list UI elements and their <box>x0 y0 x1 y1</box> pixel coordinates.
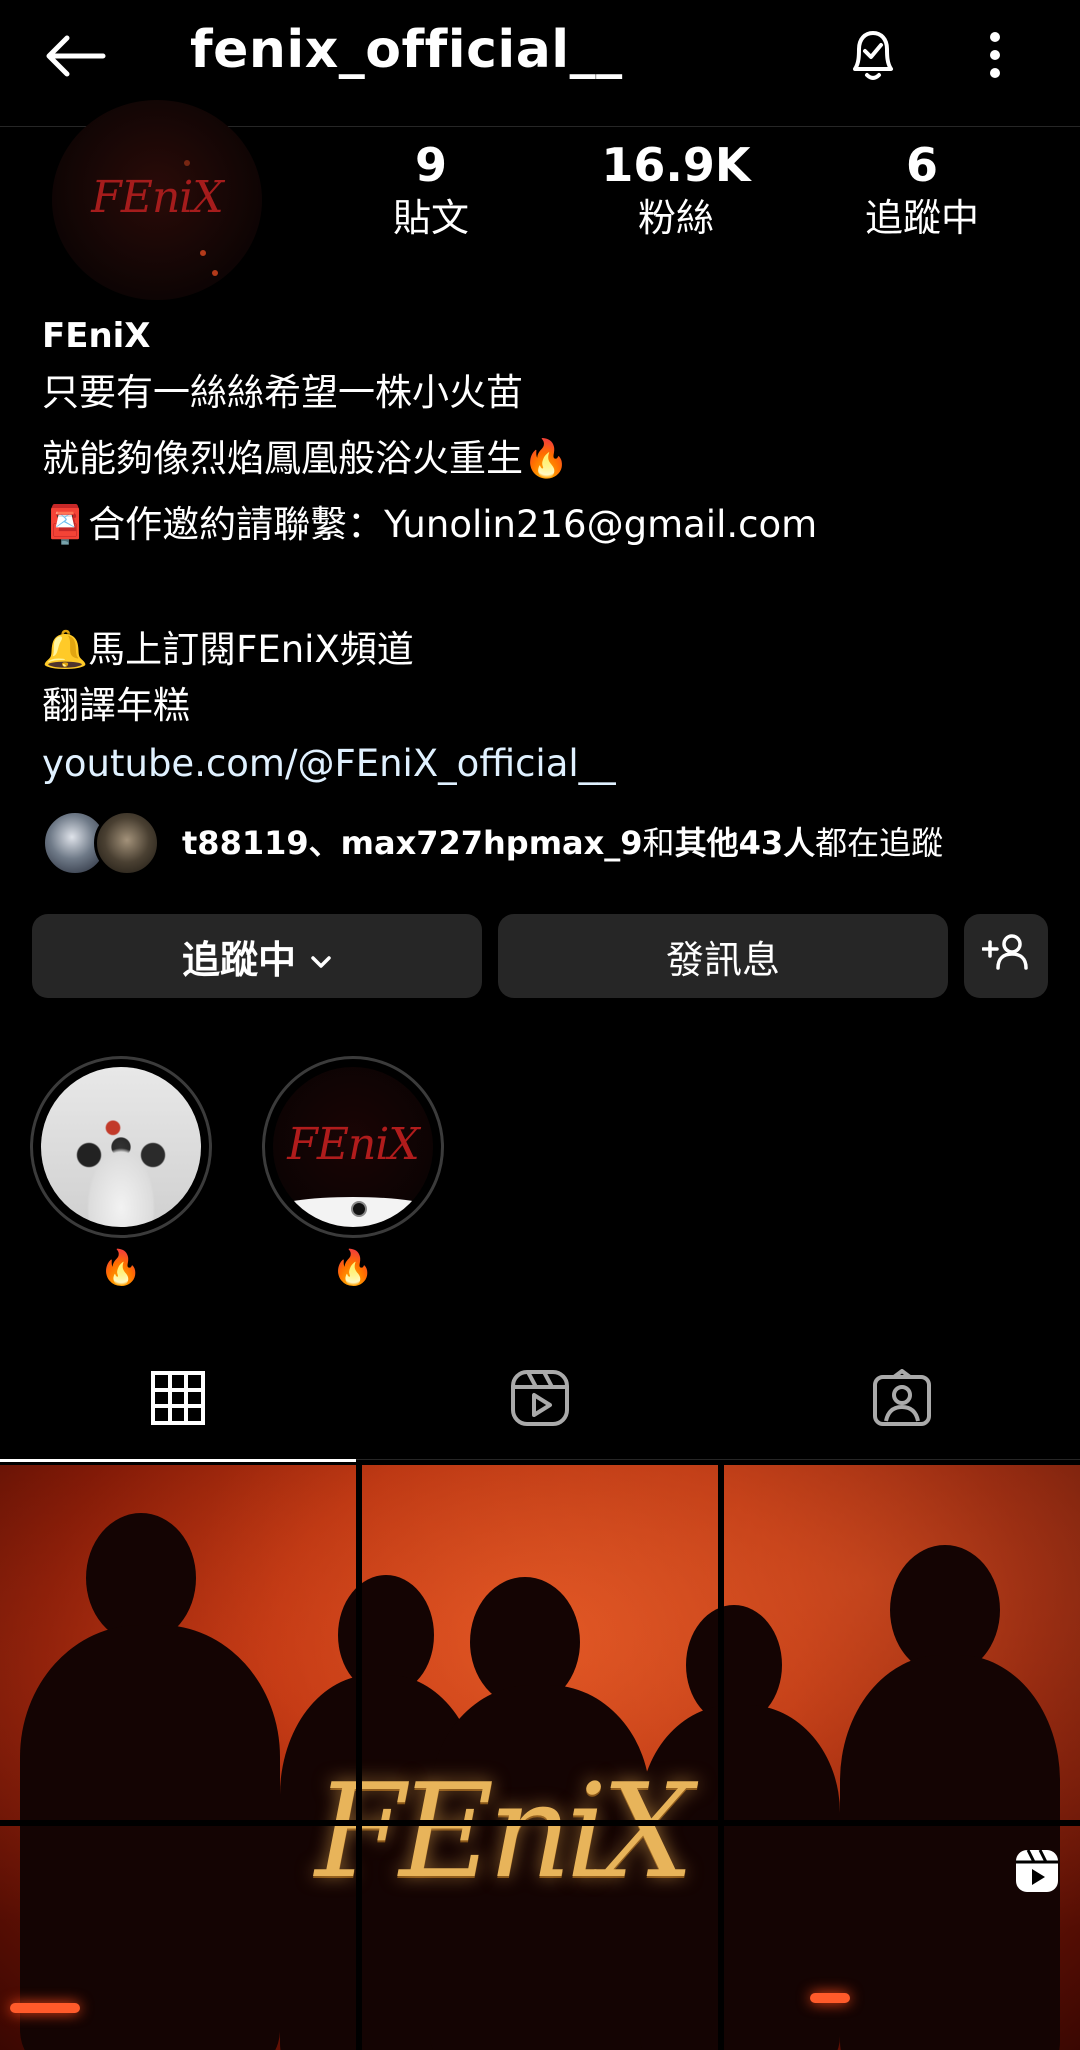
grid-divider <box>718 1465 724 2050</box>
highlight-ring: FEniX <box>262 1056 444 1238</box>
followed-by-text: t88119、max727hpmax_9和其他43人都在追蹤 <box>182 818 943 868</box>
ember-dot <box>184 160 190 166</box>
reels-icon <box>510 1369 570 1431</box>
stat-followers-label: 粉絲 <box>637 196 714 240</box>
highlight-cover-image <box>41 1067 201 1227</box>
tagged-person-icon <box>872 1369 932 1431</box>
add-person-icon <box>981 932 1030 981</box>
followed-by-others: 其他43人 <box>674 824 816 862</box>
grid-icon <box>150 1370 206 1430</box>
profile-username: fenix_official__ <box>190 20 623 80</box>
tab-reels[interactable] <box>362 1340 718 1460</box>
highlight-label: 🔥 <box>99 1248 143 1288</box>
stat-followers[interactable]: 16.9K 粉絲 <box>576 140 776 246</box>
following-button[interactable]: 追蹤中 <box>32 914 482 998</box>
grid-divider <box>356 1465 362 2050</box>
notification-bell-icon[interactable] <box>838 20 908 90</box>
follower-avatar <box>94 810 160 876</box>
display-name: FEniX <box>42 316 151 356</box>
profile-bio: FEniX 只要有一絲絲希望一株小火苗 就能夠像烈焰鳳凰般浴火重生🔥 📮合作邀約… <box>42 312 1042 794</box>
profile-avatar[interactable]: FEniX <box>52 100 262 300</box>
story-highlight[interactable]: 🔥 <box>30 1056 212 1288</box>
bio-line-email: 📮合作邀約請聯繫：Yunolin216@gmail.com <box>42 503 818 546</box>
tab-tagged[interactable] <box>724 1340 1080 1460</box>
stage-light <box>10 2003 80 2013</box>
chevron-down-icon <box>310 934 332 978</box>
followed-by-suffix: 都在追蹤 <box>815 824 944 862</box>
following-button-label: 追蹤中 <box>181 937 296 982</box>
message-button-label: 發訊息 <box>665 937 780 982</box>
bio-line: 翻譯年糕 <box>42 684 190 727</box>
bio-link[interactable]: youtube.com/@FEniX_official__ <box>42 734 1042 794</box>
grid-divider <box>0 1820 1080 1826</box>
stage-light <box>810 1993 850 2003</box>
reel-badge-icon <box>1014 1848 1060 1894</box>
ember-dot <box>200 250 206 256</box>
stat-followers-value: 16.9K <box>601 138 751 192</box>
stat-following-value: 6 <box>905 138 938 192</box>
silhouette-head <box>86 1513 196 1643</box>
tab-posts-grid[interactable] <box>0 1340 356 1462</box>
highlight-cover-logo: FEniX <box>287 1119 419 1170</box>
followed-by-names: t88119、max727hpmax_9 <box>182 824 643 862</box>
post-grid[interactable]: FEniX <box>0 1465 1080 2050</box>
highlight-cover-image: FEniX <box>273 1067 433 1227</box>
highlight-ring <box>30 1056 212 1238</box>
back-arrow-icon[interactable] <box>40 24 110 88</box>
avatar-logo-text: FEniX <box>91 172 223 223</box>
followed-by-row[interactable]: t88119、max727hpmax_9和其他43人都在追蹤 <box>42 808 1042 878</box>
bio-line: 只要有一絲絲希望一株小火苗 <box>42 371 523 414</box>
story-highlight[interactable]: FEniX 🔥 <box>262 1056 444 1288</box>
stat-posts[interactable]: 9 貼文 <box>331 140 531 246</box>
silhouette-body <box>20 1625 280 2050</box>
more-options-icon[interactable] <box>970 20 1020 90</box>
stat-following[interactable]: 6 追蹤中 <box>822 140 1022 246</box>
stat-following-label: 追蹤中 <box>864 196 979 240</box>
followed-by-middle: 和 <box>642 824 675 862</box>
ember-dot <box>212 270 218 276</box>
highlight-label: 🔥 <box>331 1248 375 1288</box>
message-button[interactable]: 發訊息 <box>498 914 948 998</box>
post-logo-text: FEniX <box>315 1755 694 1907</box>
active-tab-indicator <box>0 1459 356 1462</box>
suggest-people-button[interactable] <box>964 914 1048 998</box>
bio-line: 就能夠像烈焰鳳凰般浴火重生🔥 <box>42 437 570 480</box>
highlight-cover-dot <box>351 1201 367 1217</box>
bio-line: 🔔馬上訂閱FEniX頻道 <box>42 628 414 671</box>
stat-posts-label: 貼文 <box>392 196 469 240</box>
profile-tabs <box>0 1340 1080 1462</box>
stat-posts-value: 9 <box>414 138 447 192</box>
